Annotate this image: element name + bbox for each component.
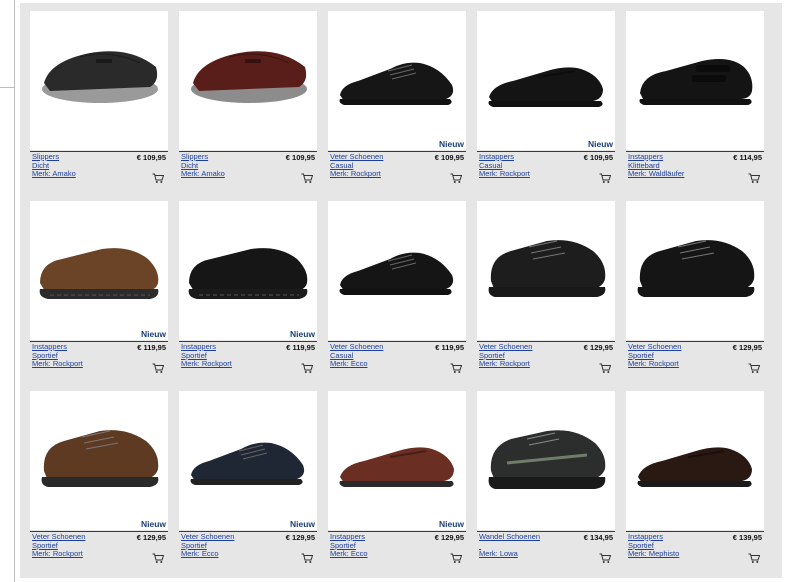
- add-to-cart-icon[interactable]: [748, 361, 761, 373]
- product-price: € 129,95: [583, 343, 613, 352]
- product-image[interactable]: [626, 201, 764, 340]
- product-card[interactable]: Veter Schoenen Sportief Merk: Rockport € 12…: [477, 201, 615, 379]
- product-image[interactable]: [30, 11, 168, 150]
- product-brand-link[interactable]: Merk: Ecco: [330, 550, 464, 559]
- product-card[interactable]: Nieuw Instappers Sportief Merk: Ecco € 129,9…: [328, 391, 466, 569]
- product-card[interactable]: Wandel Schoenen Merk: Lowa € 134,95: [477, 391, 615, 569]
- product-price: € 109,95: [583, 153, 613, 162]
- product-card[interactable]: Nieuw Instappers Sportief Merk: Rockport € 1…: [30, 201, 168, 379]
- product-price: € 129,95: [285, 533, 315, 542]
- product-brand-link[interactable]: Merk: Ecco: [330, 360, 464, 369]
- product-brand-link[interactable]: Merk: Rockport: [32, 360, 166, 369]
- product-card[interactable]: Nieuw Veter Schoenen Casual Merk: Rockport €…: [328, 11, 466, 189]
- add-to-cart-icon[interactable]: [301, 171, 314, 183]
- sidebar-divider: [14, 0, 15, 582]
- new-badge: Nieuw: [587, 139, 613, 149]
- product-card[interactable]: Slippers Dicht Merk: Amako € 109,95: [30, 11, 168, 189]
- new-badge: Nieuw: [140, 519, 166, 529]
- new-badge: Nieuw: [438, 139, 464, 149]
- new-badge: Nieuw: [289, 519, 315, 529]
- product-image[interactable]: Nieuw: [328, 11, 466, 150]
- product-image[interactable]: Nieuw: [30, 391, 168, 530]
- product-price: € 129,95: [136, 533, 166, 542]
- product-brand-link[interactable]: Merk: Lowa: [479, 550, 613, 559]
- product-image[interactable]: Nieuw: [328, 391, 466, 530]
- product-price: € 109,95: [285, 153, 315, 162]
- add-to-cart-icon[interactable]: [748, 171, 761, 183]
- product-brand-link[interactable]: Merk: Rockport: [628, 360, 762, 369]
- product-brand-link[interactable]: Merk: Amako: [32, 170, 166, 179]
- product-card[interactable]: Slippers Dicht Merk: Amako € 109,95: [179, 11, 317, 189]
- product-card[interactable]: Veter Schoenen Sportief Merk: Rockport € 12…: [626, 201, 764, 379]
- product-price: € 129,95: [732, 343, 762, 352]
- product-image[interactable]: Nieuw: [477, 11, 615, 150]
- product-image[interactable]: [477, 201, 615, 340]
- product-price: € 134,95: [583, 533, 613, 542]
- add-to-cart-icon[interactable]: [599, 171, 612, 183]
- product-image[interactable]: [626, 391, 764, 530]
- product-card[interactable]: Nieuw Veter Schoenen Sportief Merk: Rockpor…: [30, 391, 168, 569]
- product-price: € 129,95: [434, 533, 464, 542]
- add-to-cart-icon[interactable]: [450, 171, 463, 183]
- product-brand-link[interactable]: Merk: Rockport: [479, 170, 613, 179]
- add-to-cart-icon[interactable]: [152, 171, 165, 183]
- product-price: € 139,95: [732, 533, 762, 542]
- product-brand-link[interactable]: Merk: Rockport: [330, 170, 464, 179]
- product-image[interactable]: [328, 201, 466, 340]
- add-to-cart-icon[interactable]: [301, 361, 314, 373]
- add-to-cart-icon[interactable]: [152, 361, 165, 373]
- product-image[interactable]: [477, 391, 615, 530]
- product-brand-link[interactable]: Merk: Mephisto: [628, 550, 762, 559]
- product-card[interactable]: Nieuw Veter Schoenen Sportief Merk: Ecco € 1…: [179, 391, 317, 569]
- product-price: € 119,95: [137, 343, 166, 352]
- add-to-cart-icon[interactable]: [152, 551, 165, 563]
- product-brand-link[interactable]: Merk: Ecco: [181, 550, 315, 559]
- product-image[interactable]: [626, 11, 764, 150]
- product-price: € 119,95: [435, 343, 464, 352]
- product-price: € 109,95: [434, 153, 464, 162]
- product-image[interactable]: Nieuw: [179, 391, 317, 530]
- product-brand-link[interactable]: Merk: Waldläufer: [628, 170, 762, 179]
- product-grid: Slippers Dicht Merk: Amako € 109,95 Slipper…: [20, 3, 782, 578]
- product-card[interactable]: Nieuw Instappers Sportief Merk: Rockport € 1…: [179, 201, 317, 379]
- sidebar-tick: [0, 87, 14, 88]
- product-image[interactable]: Nieuw: [179, 201, 317, 340]
- product-card[interactable]: Instappers Klittebard Merk: Waldläufer € 11…: [626, 11, 764, 189]
- product-image[interactable]: Nieuw: [30, 201, 168, 340]
- new-badge: Nieuw: [289, 329, 315, 339]
- product-price: € 114,95: [733, 153, 762, 162]
- add-to-cart-icon[interactable]: [599, 361, 612, 373]
- new-badge: Nieuw: [140, 329, 166, 339]
- product-brand-link[interactable]: Merk: Amako: [181, 170, 315, 179]
- add-to-cart-icon[interactable]: [450, 551, 463, 563]
- product-price: € 119,95: [286, 343, 315, 352]
- product-image[interactable]: [179, 11, 317, 150]
- product-brand-link[interactable]: Merk: Rockport: [181, 360, 315, 369]
- product-brand-link[interactable]: Merk: Rockport: [32, 550, 166, 559]
- product-price: € 109,95: [136, 153, 166, 162]
- add-to-cart-icon[interactable]: [748, 551, 761, 563]
- left-sidebar: [0, 0, 16, 582]
- add-to-cart-icon[interactable]: [301, 551, 314, 563]
- product-brand-link[interactable]: Merk: Rockport: [479, 360, 613, 369]
- new-badge: Nieuw: [438, 519, 464, 529]
- product-card[interactable]: Veter Schoenen Casual Merk: Ecco € 119,95: [328, 201, 466, 379]
- add-to-cart-icon[interactable]: [450, 361, 463, 373]
- product-card[interactable]: Nieuw Instappers Casual Merk: Rockport € 109…: [477, 11, 615, 189]
- add-to-cart-icon[interactable]: [599, 551, 612, 563]
- product-card[interactable]: Instappers Sportief Merk: Mephisto € 139,95: [626, 391, 764, 569]
